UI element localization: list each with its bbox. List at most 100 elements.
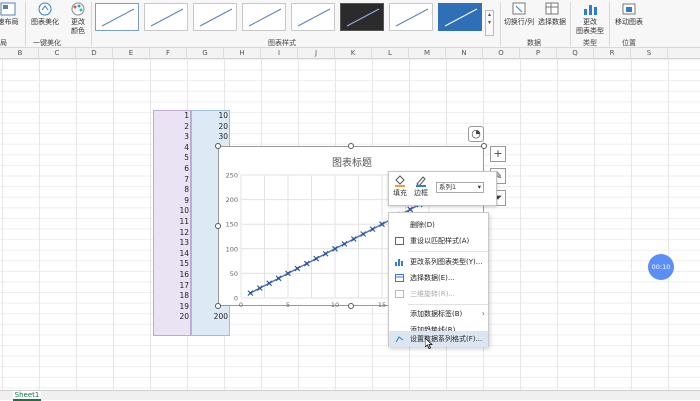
series-select[interactable]: 系列1 ▾	[436, 182, 484, 193]
data-point	[249, 291, 252, 295]
chart-style-thumb-6[interactable]	[340, 3, 384, 31]
change-colors-button[interactable]: 更改 颜色	[64, 2, 92, 36]
menu-item-delete[interactable]: 删除(D)	[389, 217, 490, 233]
column-header-l[interactable]: L	[372, 48, 409, 59]
menu-item-label: 更改系列图表类型(Y)...	[410, 258, 483, 266]
menu-item-label: 添加数据标签(B)	[410, 310, 463, 318]
resize-handle-nw[interactable]	[215, 143, 221, 149]
chart-type-icon	[584, 5, 597, 15]
column-header-g[interactable]: G	[187, 48, 224, 59]
layout-icon	[0, 2, 16, 16]
column-header-b[interactable]: B	[2, 48, 39, 59]
cell-f-value[interactable]: 16	[155, 270, 189, 279]
line-thumb-icon	[395, 8, 429, 27]
chart-style-thumb-7[interactable]	[389, 3, 433, 31]
cell-g-value[interactable]: 20	[193, 122, 228, 131]
column-header-q[interactable]: Q	[557, 48, 594, 59]
cell-f-value[interactable]: 20	[155, 312, 189, 321]
cell-f-value[interactable]: 4	[155, 143, 189, 152]
chart-style-thumb-2[interactable]	[144, 3, 188, 31]
line-thumb-icon	[199, 8, 233, 27]
move-chart-button[interactable]: 移动图表	[612, 2, 646, 27]
chart-style-thumb-4[interactable]	[242, 3, 286, 31]
fill-button[interactable]: 填充	[393, 174, 407, 198]
column-header-p[interactable]: P	[520, 48, 557, 59]
cell-f-value[interactable]: 5	[155, 153, 189, 162]
cell-f-value[interactable]: 18	[155, 291, 189, 300]
column-header-o[interactable]: O	[483, 48, 520, 59]
cell-f-value[interactable]: 17	[155, 281, 189, 290]
select-data-button[interactable]: 选择数据	[536, 2, 568, 27]
quick-layout-button[interactable]: 速布局	[0, 2, 22, 27]
column-header-s[interactable]: S	[631, 48, 668, 59]
column-header-h[interactable]: H	[224, 48, 261, 59]
column-header-d[interactable]: D	[76, 48, 113, 59]
resize-handle-ne[interactable]	[481, 143, 487, 149]
cell-f-value[interactable]: 7	[155, 175, 189, 184]
data-point	[343, 242, 346, 246]
column-header-r[interactable]: R	[594, 48, 631, 59]
column-header-k[interactable]: K	[335, 48, 372, 59]
change-type-label-2: 图表类型	[576, 27, 604, 35]
cell-f-value[interactable]: 1	[155, 111, 189, 120]
cell-f-value[interactable]: 9	[155, 196, 189, 205]
column-header-i[interactable]: I	[261, 48, 298, 59]
menu-item-select-data[interactable]: 选择数据(E)...	[389, 270, 490, 286]
column-header-j[interactable]: J	[298, 48, 335, 59]
resize-handle-w[interactable]	[215, 223, 221, 229]
menu-item-reset-style[interactable]: 重设以匹配样式(A)	[389, 233, 490, 249]
cell-f-value[interactable]: 2	[155, 122, 189, 131]
cell-f-value[interactable]: 13	[155, 238, 189, 247]
cell-f-value[interactable]: 14	[155, 249, 189, 258]
add-element-button[interactable]: +	[490, 146, 506, 162]
data-point	[371, 227, 374, 231]
beautify-icon	[38, 2, 52, 16]
x-tick-label: 15	[378, 301, 386, 307]
chart-style-thumb-5[interactable]	[291, 3, 335, 31]
quick-layout-label: 速布局	[0, 18, 19, 26]
cell-f-value[interactable]: 15	[155, 259, 189, 268]
cell-g-value[interactable]: 30	[193, 132, 228, 141]
data-point	[324, 252, 327, 256]
chart-elements-button[interactable]: ◔	[468, 126, 484, 142]
chart-style-thumb-8[interactable]	[438, 3, 482, 31]
chart-beautify-button[interactable]: 图表美化	[29, 2, 61, 27]
data-point	[296, 267, 299, 270]
resize-handle-s[interactable]	[348, 303, 354, 309]
switch-row-col-button[interactable]: 切换行/列	[503, 2, 535, 27]
menu-item-change-series-type[interactable]: 更改系列图表类型(Y)...	[389, 254, 490, 270]
reset-icon	[395, 237, 404, 245]
y-tick-label: 0	[234, 295, 238, 303]
cell-f-value[interactable]: 11	[155, 217, 189, 226]
data-point	[352, 237, 356, 241]
resize-handle-n[interactable]	[348, 143, 354, 149]
column-header-c[interactable]: C	[39, 48, 76, 59]
column-header-e[interactable]: E	[113, 48, 150, 59]
table-icon	[545, 2, 559, 15]
column-header-m[interactable]: M	[409, 48, 446, 59]
gallery-more-button[interactable]: ▴ ▾	[485, 10, 494, 36]
context-menu: 删除(D) 重设以匹配样式(A) 更改系列图表类型(Y)... 选择数据(E).…	[388, 212, 489, 347]
cell-f-value[interactable]: 19	[155, 302, 189, 311]
menu-item-add-data-labels[interactable]: 添加数据标签(B) ›	[389, 306, 490, 322]
cell-f-value[interactable]: 10	[155, 206, 189, 215]
chart-style-thumb-1[interactable]	[95, 3, 139, 31]
cell-f-value[interactable]: 3	[155, 132, 189, 141]
cell-g-value[interactable]: 200	[193, 312, 228, 321]
resize-handle-sw[interactable]	[215, 303, 221, 309]
outline-button[interactable]: 边框	[414, 174, 428, 198]
menu-item-format-data-series[interactable]: 设置数据系列格式(F)...	[389, 331, 488, 347]
chart-style-thumb-3[interactable]	[193, 3, 237, 31]
data-point	[380, 222, 384, 226]
format-series-icon	[395, 336, 404, 343]
cell-g-value[interactable]: 10	[193, 111, 228, 120]
mouse-cursor-icon	[425, 338, 433, 349]
cell-f-value[interactable]: 8	[155, 185, 189, 194]
column-header-n[interactable]: N	[446, 48, 483, 59]
y-tick-label: 100	[226, 245, 238, 253]
floating-timer-badge[interactable]: 00:10	[648, 254, 674, 280]
column-header-f[interactable]: F	[150, 48, 187, 59]
cell-f-value[interactable]: 12	[155, 228, 189, 237]
cell-f-value[interactable]: 6	[155, 164, 189, 173]
change-chart-type-button[interactable]: 更改 图表类型	[573, 2, 607, 36]
